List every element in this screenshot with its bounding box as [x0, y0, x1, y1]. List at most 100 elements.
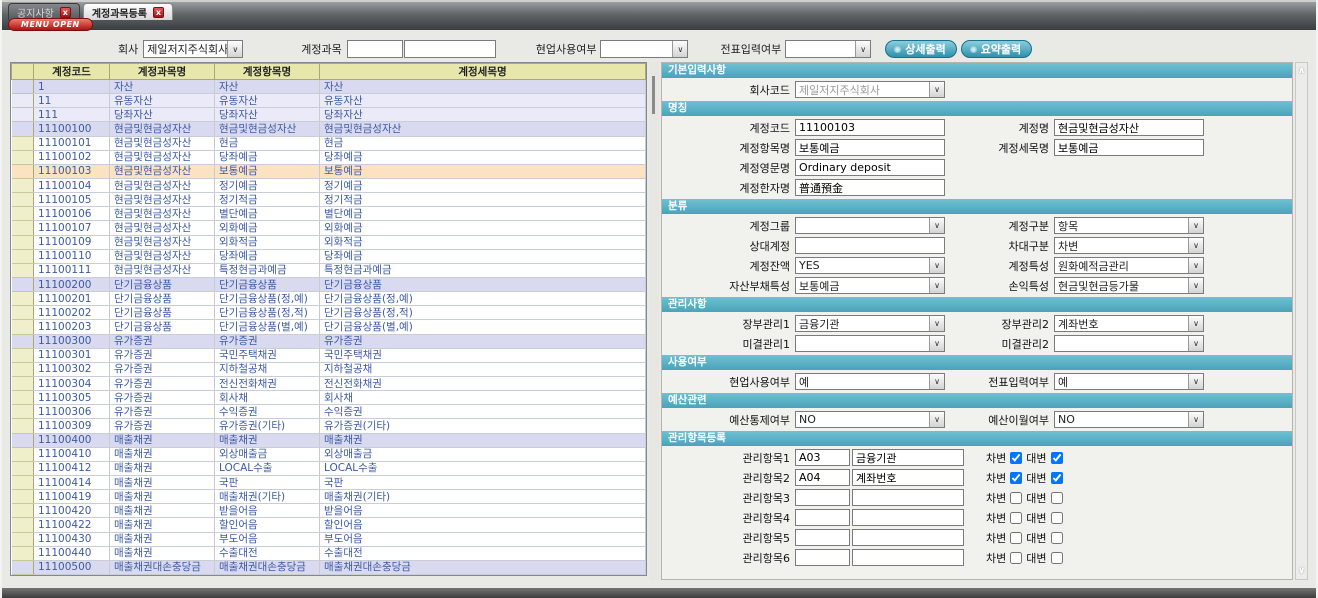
row-selector-cell[interactable] [12, 80, 34, 94]
mgmt-code-input[interactable] [795, 489, 850, 506]
table-row[interactable]: 11100104현금및현금성자산정기예금정기예금 [12, 178, 646, 192]
row-selector-cell[interactable] [12, 136, 34, 150]
mgmt-name-input[interactable] [852, 469, 964, 486]
table-row[interactable]: 11100110현금및현금성자산당좌예금당좌예금 [12, 249, 646, 263]
row-selector-cell[interactable] [12, 306, 34, 320]
mgmt-code-input[interactable] [795, 449, 850, 466]
row-selector-cell[interactable] [12, 419, 34, 433]
slip-entry-select[interactable]: ∨ [785, 40, 871, 58]
table-row[interactable]: 11100101현금및현금성자산현금현금 [12, 136, 646, 150]
mgmt-code-input[interactable] [795, 469, 850, 486]
scroll-up-icon[interactable]: ∧ [1296, 66, 1307, 76]
use2-select[interactable]: 예∨ [1054, 373, 1204, 390]
chevron-down-icon[interactable]: ∨ [1188, 336, 1203, 351]
table-row[interactable]: 1자산자산자산 [12, 80, 646, 94]
credit-checkbox[interactable] [1051, 472, 1063, 484]
table-row[interactable]: 11100100현금및현금성자산현금및현금성자산현금및현금성자산 [12, 122, 646, 136]
tab-account-registration[interactable]: 계정과목등록 x [83, 3, 173, 20]
acct-group-select[interactable]: ∨ [795, 217, 945, 234]
table-row[interactable]: 11100309유가증권유가증권(기타)유가증권(기타) [12, 419, 646, 433]
table-row[interactable]: 11100430매출채권부도어음부도어음 [12, 532, 646, 546]
chevron-down-icon[interactable]: ∨ [929, 218, 944, 233]
credit-checkbox[interactable] [1051, 452, 1063, 464]
pend2-select[interactable]: ∨ [1054, 335, 1204, 352]
row-selector-cell[interactable] [12, 320, 34, 334]
credit-checkbox[interactable] [1051, 552, 1063, 564]
chevron-down-icon[interactable]: ∨ [929, 82, 944, 97]
row-selector-cell[interactable] [12, 122, 34, 136]
acct-eng-input[interactable] [795, 159, 945, 176]
acct-hanja-input[interactable] [795, 179, 945, 196]
chevron-down-icon[interactable]: ∨ [1188, 238, 1203, 253]
table-row[interactable]: 11100304유가증권전신전화채권전신전화채권 [12, 376, 646, 390]
table-row[interactable]: 11100202단기금융상품단기금융상품(정,적)단기금융상품(정,적) [12, 306, 646, 320]
row-selector-cell[interactable] [12, 546, 34, 560]
table-row[interactable]: 11100410매출채권외상매출금외상매출금 [12, 447, 646, 461]
table-row[interactable]: 11100440매출채권수출대전수출대전 [12, 546, 646, 560]
table-row[interactable]: 11100412매출채권LOCAL수출LOCAL수출 [12, 461, 646, 475]
use1-select[interactable]: 예∨ [795, 373, 945, 390]
chevron-down-icon[interactable]: ∨ [929, 412, 944, 427]
asset-trait-select[interactable]: 보통예금∨ [795, 277, 945, 294]
table-row[interactable]: 11100302유가증권지하철공채지하철공채 [12, 362, 646, 376]
table-row[interactable]: 11100414매출채권국판국판 [12, 475, 646, 489]
mgmt-code-input[interactable] [795, 529, 850, 546]
account-code-input[interactable] [347, 40, 403, 58]
row-selector-cell[interactable] [12, 433, 34, 447]
table-row[interactable]: 11100107현금및현금성자산외화예금외화예금 [12, 221, 646, 235]
table-row[interactable]: 11100306유가증권수익증권수익증권 [12, 405, 646, 419]
detail-print-button[interactable]: 상세출력 [885, 40, 956, 58]
summary-print-button[interactable]: 요약출력 [961, 40, 1032, 58]
budget1-select[interactable]: NO∨ [795, 411, 945, 428]
table-row[interactable]: 11100500매출채권대손충당금매출채권대손충당금매출채권대손충당금 [12, 560, 646, 574]
row-selector-cell[interactable] [12, 532, 34, 546]
mgmt-name-input[interactable] [852, 549, 964, 566]
row-selector-cell[interactable] [12, 461, 34, 475]
table-row[interactable]: 11100109현금및현금성자산외화적금외화적금 [12, 235, 646, 249]
debit-checkbox[interactable] [1010, 492, 1022, 504]
dc-div-select[interactable]: 차변∨ [1054, 237, 1204, 254]
credit-checkbox[interactable] [1051, 532, 1063, 544]
scrollbar-thumb[interactable] [652, 76, 655, 114]
book1-select[interactable]: 금융기관∨ [795, 315, 945, 332]
table-row[interactable]: 11100111현금및현금성자산특정현금과예금특정현금과예금 [12, 263, 646, 277]
acct-div-select[interactable]: 항목∨ [1054, 217, 1204, 234]
table-row[interactable]: 11100106현금및현금성자산별단예금별단예금 [12, 207, 646, 221]
debit-checkbox[interactable] [1010, 552, 1022, 564]
row-selector-cell[interactable] [12, 490, 34, 504]
mgmt-code-input[interactable] [795, 509, 850, 526]
chevron-down-icon[interactable]: ∨ [929, 258, 944, 273]
book2-select[interactable]: 계좌번호∨ [1054, 315, 1204, 332]
row-selector-cell[interactable] [12, 292, 34, 306]
row-selector-cell[interactable] [12, 193, 34, 207]
debit-checkbox[interactable] [1010, 472, 1022, 484]
row-selector-cell[interactable] [12, 518, 34, 532]
close-icon[interactable]: x [60, 7, 71, 18]
grid-header[interactable]: 계정코드 [34, 64, 110, 80]
pl-trait-select[interactable]: 현금및현금등가물∨ [1054, 277, 1204, 294]
chevron-down-icon[interactable]: ∨ [1188, 278, 1203, 293]
chevron-down-icon[interactable]: ∨ [1188, 258, 1203, 273]
chevron-down-icon[interactable]: ∨ [929, 316, 944, 331]
acct-item-input[interactable] [795, 139, 945, 156]
row-selector-cell[interactable] [12, 221, 34, 235]
table-row[interactable]: 11100422매출채권할인어음할인어음 [12, 518, 646, 532]
row-selector-cell[interactable] [12, 108, 34, 122]
contra-account-input[interactable] [795, 237, 945, 254]
table-row[interactable]: 11100420매출채권받을어음받을어음 [12, 504, 646, 518]
chevron-down-icon[interactable]: ∨ [672, 41, 687, 57]
credit-checkbox[interactable] [1051, 492, 1063, 504]
pend1-select[interactable]: ∨ [795, 335, 945, 352]
row-selector-cell[interactable] [12, 277, 34, 291]
debit-checkbox[interactable] [1010, 452, 1022, 464]
trait-select[interactable]: 원화예적금관리∨ [1054, 257, 1204, 274]
credit-checkbox[interactable] [1051, 512, 1063, 524]
grid-header[interactable]: 계정항목명 [215, 64, 320, 80]
acct-code-input[interactable] [795, 119, 945, 136]
table-row[interactable]: 11100305유가증권회사채회사채 [12, 391, 646, 405]
panel-scrollbar[interactable]: ∧ ∨ [1295, 62, 1308, 580]
company-code-select[interactable]: 제일저지주식회사 ∨ [795, 81, 945, 98]
company-select[interactable]: 제일저지주식회사 ∨ [143, 40, 243, 58]
row-selector-cell[interactable] [12, 475, 34, 489]
debit-checkbox[interactable] [1010, 532, 1022, 544]
